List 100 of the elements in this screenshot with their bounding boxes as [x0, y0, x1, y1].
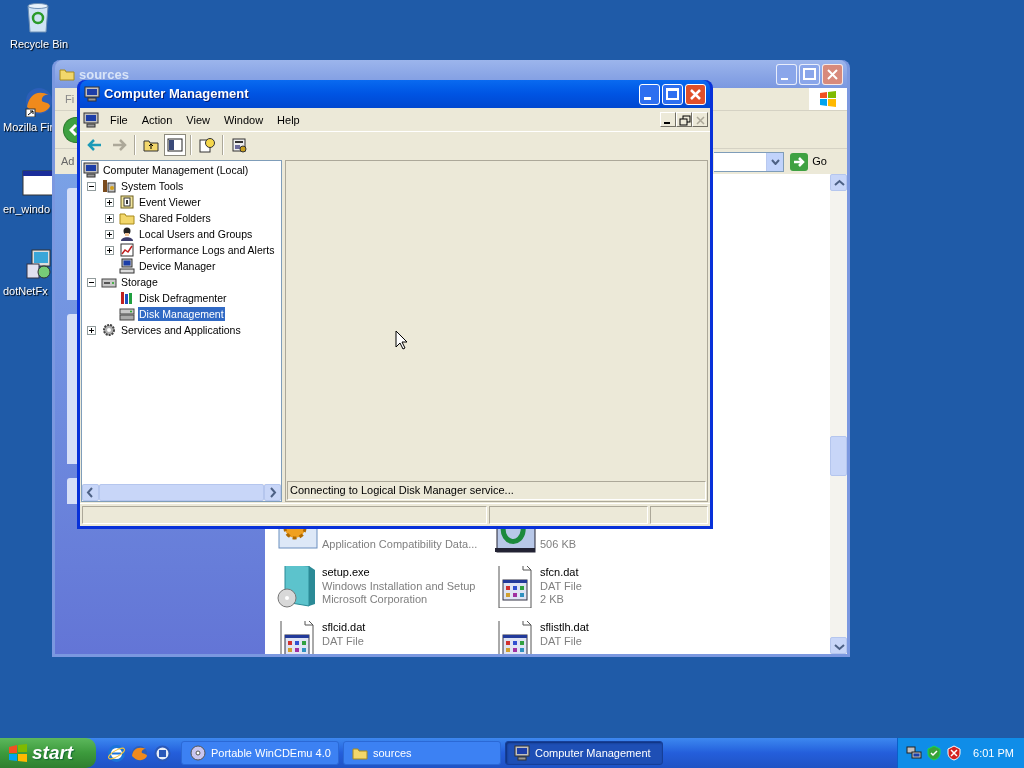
- tree-toggle-button[interactable]: [164, 134, 186, 156]
- gear-icon: [101, 322, 117, 338]
- file-detail: Windows Installation and Setup: [322, 579, 476, 593]
- file-name[interactable]: sflistlh.dat: [540, 621, 589, 635]
- folder-up-icon: [143, 137, 159, 153]
- file-detail: 2 KB: [540, 593, 565, 607]
- dropdown-button[interactable]: [766, 152, 784, 171]
- taskbar-button[interactable]: Portable WinCDEmu 4.0: [181, 741, 339, 765]
- expand-toggle[interactable]: [105, 229, 114, 239]
- arrow-right-icon: [111, 137, 127, 153]
- scroll-thumb[interactable]: [830, 436, 847, 476]
- window-icon: [22, 167, 54, 199]
- bars-icon: [119, 290, 135, 306]
- back-button[interactable]: [63, 116, 77, 143]
- taskbar-button[interactable]: Computer Management: [505, 741, 663, 765]
- network-icon[interactable]: [906, 745, 922, 761]
- disk-icon: [119, 306, 135, 322]
- tree-item[interactable]: Storage: [120, 275, 159, 289]
- scroll-left-button[interactable]: [82, 484, 99, 501]
- help-icon: [199, 137, 215, 153]
- security-shield-icon[interactable]: [946, 745, 962, 761]
- address-label: Ad: [61, 154, 76, 170]
- file-name[interactable]: sfcn.dat: [540, 566, 582, 580]
- expand-toggle[interactable]: [105, 213, 114, 223]
- expand-toggle[interactable]: [87, 325, 96, 335]
- folder-icon: [59, 66, 75, 82]
- properties-icon: [231, 137, 247, 153]
- tree-item[interactable]: Shared Folders: [138, 211, 212, 225]
- minimize-icon: [643, 97, 651, 100]
- minimize-button[interactable]: [660, 112, 676, 127]
- file-detail: 506 KB: [540, 538, 577, 552]
- toolbox-icon: [101, 178, 117, 194]
- taskbar-button[interactable]: sources: [343, 741, 501, 765]
- font-file-icon: [493, 528, 537, 554]
- minimize-icon: [664, 122, 670, 124]
- status-message: Connecting to Logical Disk Manager service...: [287, 481, 706, 500]
- restore-button[interactable]: [676, 112, 692, 127]
- shield-icon[interactable]: [926, 745, 942, 761]
- maximize-button[interactable]: [662, 83, 683, 105]
- desktop-icon-label[interactable]: Mozilla Fir: [3, 121, 54, 134]
- menu-item[interactable]: Action: [134, 110, 180, 129]
- expand-toggle[interactable]: [105, 197, 114, 207]
- expand-toggle[interactable]: [105, 245, 114, 255]
- computer-icon: [514, 745, 530, 761]
- close-button[interactable]: [692, 112, 708, 127]
- file-name[interactable]: sflcid.dat: [322, 621, 366, 635]
- file-detail: Application Compatibility Data...: [322, 538, 478, 552]
- go-button[interactable]: Go: [788, 151, 829, 172]
- tree-item[interactable]: System Tools: [120, 179, 185, 193]
- monitor-icon: [119, 258, 135, 274]
- scroll-down-button[interactable]: [830, 637, 847, 654]
- menu-item[interactable]: View: [179, 110, 217, 129]
- computer-icon: [83, 111, 99, 128]
- panes-icon: [167, 137, 183, 153]
- window-title: Computer Management: [104, 85, 249, 104]
- tree-item[interactable]: Device Manager: [138, 259, 217, 273]
- fox-globe-icon: [131, 744, 148, 762]
- scrollbar[interactable]: [830, 174, 847, 654]
- start-button[interactable]: start: [0, 738, 96, 768]
- file-detail: DAT File: [540, 579, 582, 593]
- folder-icon: [352, 745, 368, 761]
- chevron-down-icon: [770, 158, 780, 165]
- close-button[interactable]: [685, 83, 706, 105]
- tree-item[interactable]: Services and Applications: [120, 323, 242, 337]
- file-detail: DAT File: [540, 634, 583, 648]
- tree-item[interactable]: Disk Defragmenter: [138, 291, 228, 305]
- tree-item[interactable]: Local Users and Groups: [138, 227, 254, 241]
- fox-globe-icon: [22, 85, 54, 117]
- tree-item[interactable]: Computer Management (Local): [102, 163, 250, 177]
- scroll-up-button[interactable]: [830, 174, 847, 191]
- file-detail: DAT File: [322, 634, 365, 648]
- app-icon: [154, 744, 171, 762]
- tree-item[interactable]: Disk Management: [138, 307, 225, 321]
- close-button[interactable]: [822, 64, 843, 85]
- disc-icon: [190, 745, 206, 761]
- menu-item[interactable]: File: [103, 110, 135, 129]
- desktop-icon-label[interactable]: Recycle Bin: [10, 38, 69, 51]
- chart-icon: [119, 242, 135, 258]
- menu-item[interactable]: Window: [216, 110, 271, 129]
- scroll-right-button[interactable]: [264, 484, 281, 501]
- expand-toggle[interactable]: [87, 277, 96, 287]
- window-title: sources: [79, 68, 129, 82]
- file-name[interactable]: setup.exe: [322, 566, 476, 580]
- close-icon: [693, 113, 707, 126]
- desktop-icon-label[interactable]: en_windo: [3, 203, 51, 216]
- arrow-left-icon: [87, 137, 103, 153]
- computer-icon: [84, 86, 100, 102]
- folder-icon: [119, 210, 135, 226]
- scroll-thumb[interactable]: [99, 484, 264, 501]
- tree-item[interactable]: Performance Logs and Alerts: [138, 243, 276, 257]
- expand-toggle[interactable]: [87, 181, 96, 191]
- flag-logo-icon: [8, 744, 28, 762]
- scrollbar[interactable]: [82, 484, 281, 501]
- tree-item[interactable]: Event Viewer: [138, 195, 202, 209]
- address-field[interactable]: [714, 151, 785, 172]
- menu-item[interactable]: Help: [270, 110, 307, 129]
- minimize-icon: [780, 78, 788, 80]
- cursor-icon: [395, 330, 407, 350]
- browser-icon: [108, 744, 125, 762]
- desktop-icon-label[interactable]: dotNetFx: [3, 285, 48, 298]
